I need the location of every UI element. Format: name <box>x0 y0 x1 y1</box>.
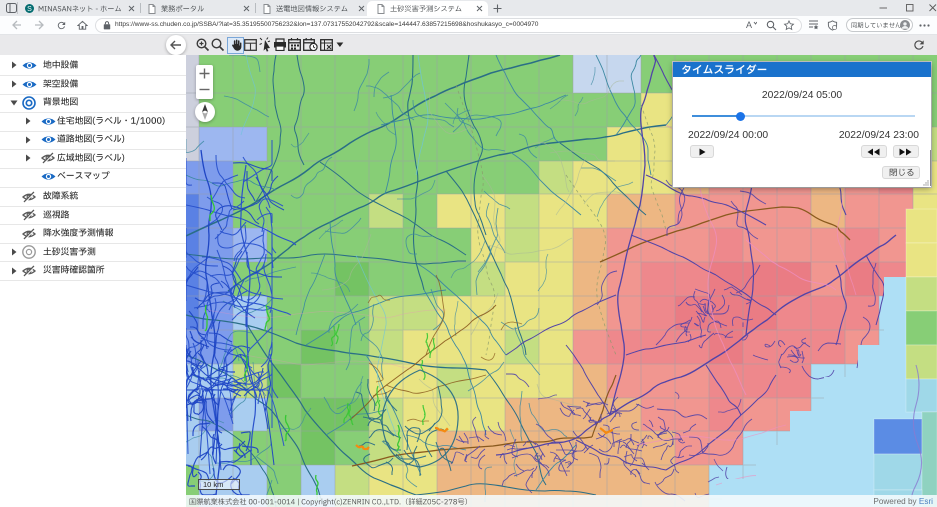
svg-text:A: A <box>746 20 752 30</box>
svg-text:S: S <box>27 6 32 13</box>
